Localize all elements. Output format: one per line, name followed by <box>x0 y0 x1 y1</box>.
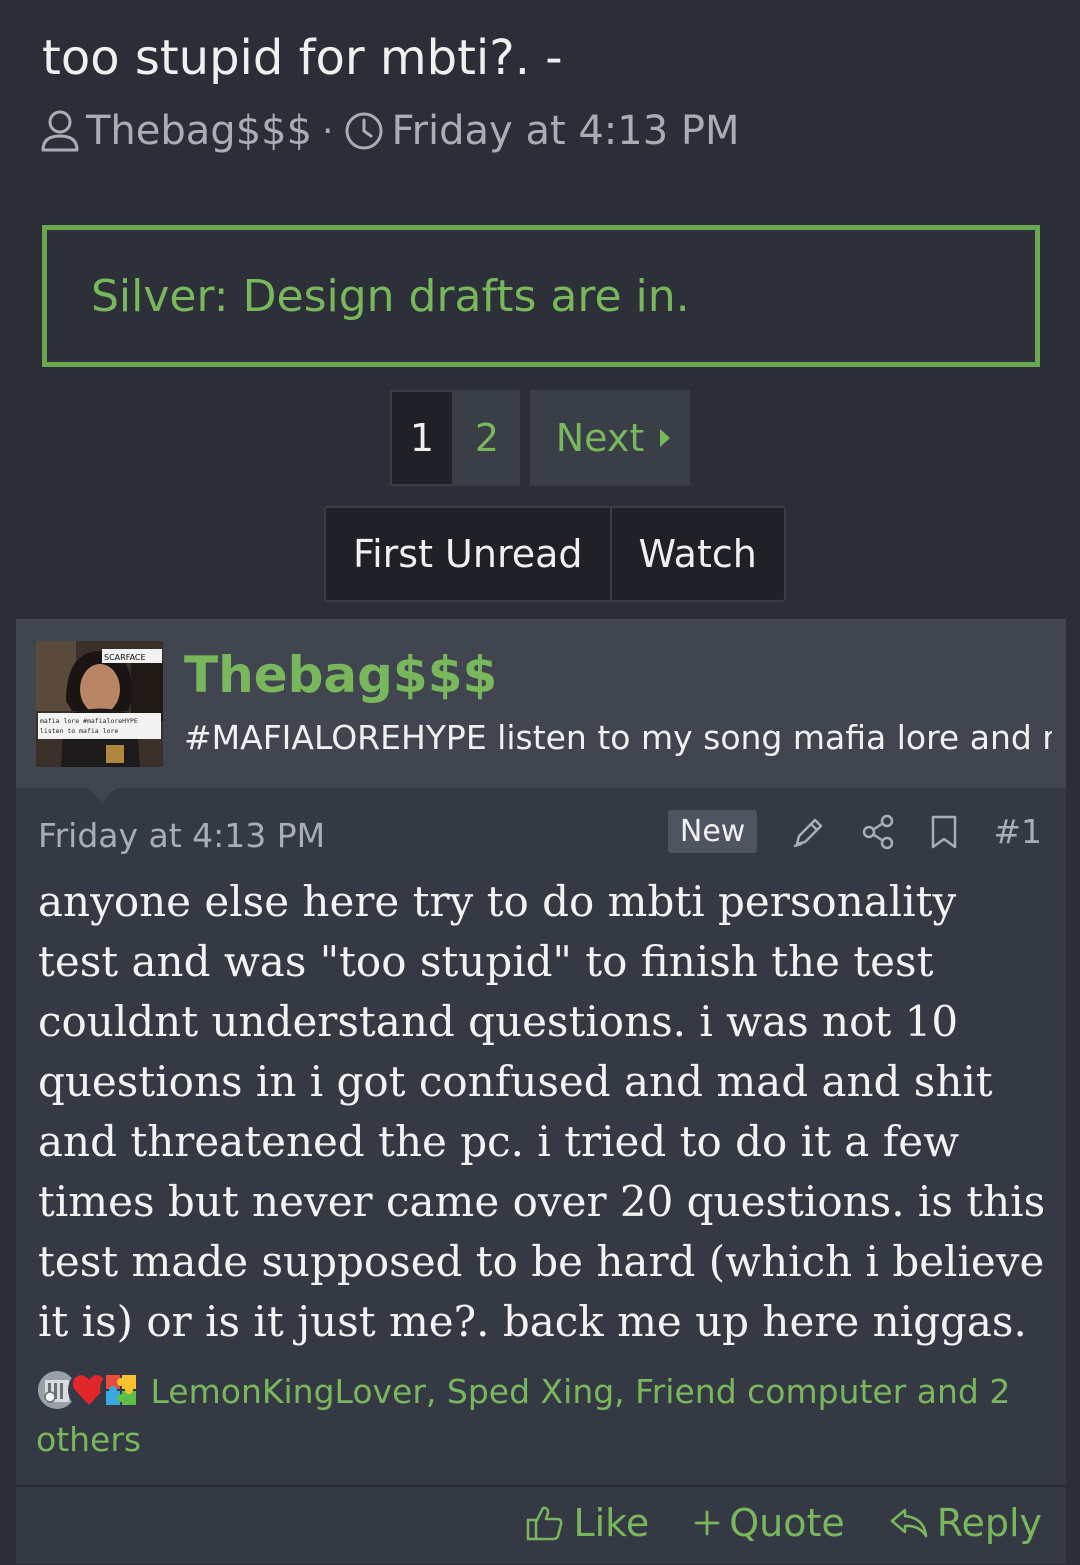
user-icon <box>41 110 79 152</box>
quote-label: Quote <box>729 1501 845 1545</box>
post-body: anyone else here try to do mbti personal… <box>38 877 1046 1346</box>
user-block-pointer <box>88 788 116 802</box>
reply-icon <box>890 1508 927 1538</box>
post: SCARFACE mafia lore #mafialoreHYPE liste… <box>16 619 1066 1564</box>
post-number[interactable]: #1 <box>993 812 1042 851</box>
reaction-icons <box>36 1368 142 1411</box>
post-username[interactable]: Thebag$$$ <box>184 646 497 704</box>
notice-banner: Silver: Design drafts are in. <box>42 225 1040 367</box>
avatar[interactable]: SCARFACE mafia lore #mafialoreHYPE liste… <box>36 641 163 767</box>
reactions-text: LemonKingLover, Sped Xing, Friend comput… <box>36 1372 1011 1459</box>
reply-button[interactable]: Reply <box>889 1501 1042 1545</box>
next-page-button[interactable]: Next <box>530 390 690 486</box>
post-date[interactable]: Friday at 4:13 PM <box>38 816 325 855</box>
notice-text: Silver: Design drafts are in. <box>91 270 690 322</box>
thread-title: too stupid for mbti?. - <box>42 30 563 86</box>
post-footer-actions: Like Quote Reply <box>481 1501 1042 1545</box>
share-icon[interactable] <box>861 814 895 850</box>
user-title: #MAFIALOREHYPE listen to my song mafia l… <box>184 718 1052 757</box>
avatar-caption-line-2: listen to mafia lore <box>40 727 118 735</box>
page-1-current[interactable]: 1 <box>390 390 454 486</box>
watch-button[interactable]: Watch <box>609 508 784 600</box>
avatar-caption-line-1: mafia lore #mafialoreHYPE <box>40 717 138 725</box>
plus-icon <box>694 1510 720 1536</box>
edit-icon[interactable] <box>791 814 827 850</box>
post-footer: Like Quote Reply <box>16 1485 1066 1565</box>
new-badge: New <box>667 810 758 853</box>
like-label: Like <box>573 1501 650 1545</box>
post-user-block: SCARFACE mafia lore #mafialoreHYPE liste… <box>16 620 1066 788</box>
puzzle-icon <box>100 1368 142 1411</box>
clock-icon <box>345 112 382 150</box>
post-actions-top: New #1 <box>667 810 1042 853</box>
thread-author[interactable]: Thebag$$$ <box>86 108 312 154</box>
page-2-link[interactable]: 2 <box>454 390 520 486</box>
avatar-image: SCARFACE mafia lore #mafialoreHYPE liste… <box>36 641 163 767</box>
reply-label: Reply <box>936 1501 1042 1545</box>
thumbs-up-icon <box>527 1506 563 1541</box>
thread-meta: Thebag$$$ · Friday at 4:13 PM <box>40 108 740 154</box>
thread-action-buttons: First Unread Watch <box>324 506 786 602</box>
next-label: Next <box>555 416 645 460</box>
avatar-caption-top: SCARFACE <box>104 653 146 662</box>
thread-date[interactable]: Friday at 4:13 PM <box>392 108 740 154</box>
meta-separator: · <box>322 110 334 152</box>
bookmark-icon[interactable] <box>929 814 959 850</box>
reactions-bar[interactable]: LemonKingLover, Sped Xing, Friend comput… <box>36 1368 1046 1464</box>
like-button[interactable]: Like <box>525 1501 649 1545</box>
quote-button[interactable]: Quote <box>693 1501 845 1545</box>
first-unread-button[interactable]: First Unread <box>326 508 610 600</box>
caret-right-icon <box>660 429 671 447</box>
page-numbers: 1 2 <box>390 390 520 486</box>
pagination: 1 2 Next <box>390 390 690 486</box>
